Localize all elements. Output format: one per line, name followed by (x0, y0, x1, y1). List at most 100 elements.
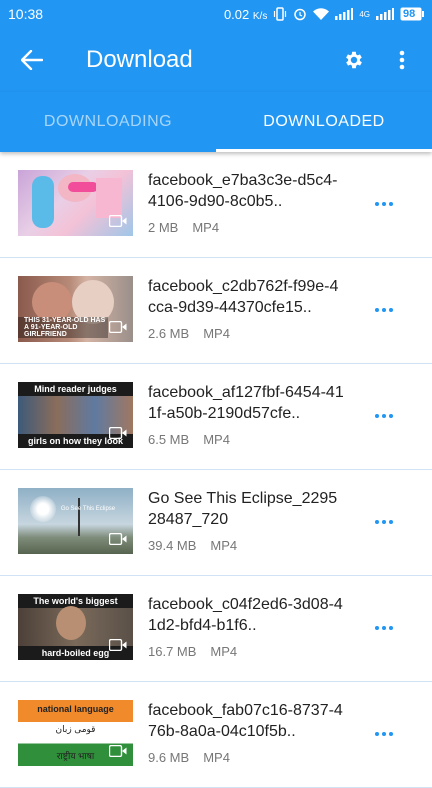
wifi-icon (313, 7, 330, 21)
page-title: Download (86, 46, 193, 73)
item-more-button[interactable] (364, 718, 404, 750)
status-right: 0.02 K/s 4G 98 (224, 7, 424, 22)
file-format: MP4 (210, 538, 238, 553)
file-format: MP4 (203, 432, 230, 447)
dot (389, 414, 393, 418)
video-camera-icon (108, 214, 127, 232)
video-thumbnail: The world's biggest hard-boiled egg (18, 594, 133, 660)
back-button[interactable] (0, 28, 64, 92)
video-thumbnail: national language قومی زبان राष्ट्रीय भा… (18, 700, 133, 766)
file-size: 2.6 MB (148, 326, 190, 341)
dot (389, 202, 393, 206)
file-meta: 2 MB MP4 (148, 220, 344, 235)
dot (375, 414, 379, 418)
file-meta: 39.4 MB MP4 (148, 538, 344, 553)
overflow-menu-button[interactable] (378, 28, 426, 92)
dot (389, 520, 393, 524)
tab-downloaded[interactable]: DOWNLOADED (216, 92, 432, 152)
dot (382, 202, 386, 206)
downloaded-list: facebook_e7ba3c3e-d5c4-4106-9d90-8c0b5..… (0, 152, 432, 788)
tab-downloading[interactable]: DOWNLOADING (0, 92, 216, 152)
thumbnail-caption-mid: قومی زبان (55, 724, 96, 734)
gear-icon (346, 51, 362, 69)
vibrate-icon (273, 7, 287, 21)
item-more-button[interactable] (364, 612, 404, 644)
battery-level: 98 (403, 8, 416, 20)
tab-bar: DOWNLOADING DOWNLOADED (0, 92, 432, 152)
dot (382, 520, 386, 524)
video-camera-icon (108, 532, 127, 550)
video-thumbnail: Go See This Eclipse (18, 488, 133, 554)
thumbnail-caption: THIS 31-YEAR-OLD HAS A 91-YEAR-OLD GIRLF… (18, 317, 108, 338)
item-more-button[interactable] (364, 400, 404, 432)
item-info: facebook_c04f2ed6-3d08-41d2-bfd4-b1f6.. … (148, 594, 344, 659)
speed-unit: K/s (252, 10, 268, 22)
back-arrow-icon (21, 50, 43, 70)
file-size: 6.5 MB (148, 432, 190, 447)
dot (375, 202, 379, 206)
dot (375, 626, 379, 630)
file-size: 16.7 MB (148, 644, 197, 659)
item-info: facebook_af127fbf-6454-411f-a50b-2190d57… (148, 382, 344, 447)
status-time: 10:38 (8, 6, 44, 22)
file-name: facebook_af127fbf-6454-411f-a50b-2190d57… (148, 384, 344, 422)
list-item[interactable]: Mind reader judges girls on how they loo… (0, 364, 432, 470)
dot (375, 520, 379, 524)
network-speed: 0.02 K/s (224, 7, 267, 22)
dot (382, 414, 386, 418)
item-info: facebook_c2db762f-f99e-4cca-9d39-44370cf… (148, 276, 344, 341)
file-size: 9.6 MB (148, 750, 190, 765)
network-type: 4G (359, 9, 370, 19)
dot (389, 626, 393, 630)
thumbnail-caption-top: national language (37, 704, 114, 714)
list-item[interactable]: national language قومی زبان राष्ट्रीय भा… (0, 682, 432, 788)
battery-icon: 98 (400, 7, 424, 21)
list-item[interactable]: facebook_e7ba3c3e-d5c4-4106-9d90-8c0b5..… (0, 152, 432, 258)
file-meta: 16.7 MB MP4 (148, 644, 344, 659)
file-size: 2 MB (148, 220, 179, 235)
list-item[interactable]: Go See This Eclipse Go See This Eclipse_… (0, 470, 432, 576)
file-meta: 6.5 MB MP4 (148, 432, 344, 447)
video-thumbnail (18, 170, 133, 236)
file-format: MP4 (203, 750, 230, 765)
video-camera-icon (108, 320, 127, 338)
signal-icon (335, 8, 354, 20)
dot (382, 732, 386, 736)
file-format: MP4 (210, 644, 238, 659)
video-thumbnail: Mind reader judges girls on how they loo… (18, 382, 133, 448)
item-more-button[interactable] (364, 188, 404, 220)
dot (382, 308, 386, 312)
video-camera-icon (108, 426, 127, 444)
settings-button[interactable] (330, 28, 378, 92)
signal-icon-2 (376, 8, 394, 20)
file-name: Go See This Eclipse_229528487_720 (148, 490, 338, 528)
item-info: facebook_fab07c16-8737-476b-8a0a-04c10f5… (148, 700, 344, 765)
alarm-icon (293, 7, 307, 21)
dot (375, 732, 379, 736)
file-name: facebook_e7ba3c3e-d5c4-4106-9d90-8c0b5.. (148, 172, 338, 210)
file-meta: 9.6 MB MP4 (148, 750, 344, 765)
video-thumbnail: THIS 31-YEAR-OLD HAS A 91-YEAR-OLD GIRLF… (18, 276, 133, 342)
video-camera-icon (108, 638, 127, 656)
thumbnail-caption-top: The world's biggest (33, 596, 118, 606)
item-more-button[interactable] (364, 294, 404, 326)
file-size: 39.4 MB (148, 538, 197, 553)
file-meta: 2.6 MB MP4 (148, 326, 344, 341)
thumbnail-caption-top: Mind reader judges (34, 384, 117, 394)
file-name: facebook_c04f2ed6-3d08-41d2-bfd4-b1f6.. (148, 596, 343, 634)
item-info: facebook_e7ba3c3e-d5c4-4106-9d90-8c0b5..… (148, 170, 344, 235)
app-bar: Download (0, 28, 432, 92)
status-bar: 10:38 0.02 K/s 4G 98 (0, 0, 432, 28)
list-item[interactable]: THIS 31-YEAR-OLD HAS A 91-YEAR-OLD GIRLF… (0, 258, 432, 364)
thumbnail-caption: Go See This Eclipse (60, 506, 116, 512)
more-vert-icon (399, 50, 405, 70)
dot (389, 308, 393, 312)
dot (375, 308, 379, 312)
video-camera-icon (108, 744, 127, 762)
file-name: facebook_fab07c16-8737-476b-8a0a-04c10f5… (148, 702, 343, 740)
item-info: Go See This Eclipse_229528487_720 39.4 M… (148, 488, 344, 553)
item-more-button[interactable] (364, 506, 404, 538)
file-format: MP4 (203, 326, 230, 341)
list-item[interactable]: The world's biggest hard-boiled egg face… (0, 576, 432, 682)
dot (382, 626, 386, 630)
